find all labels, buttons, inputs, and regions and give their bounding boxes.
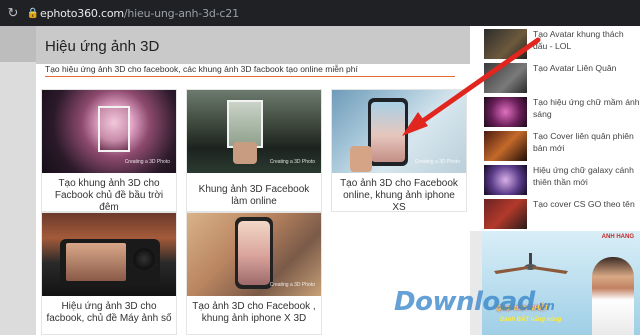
related-sidebar: Tạo Avatar khung thách đấu - LOL Tạo Ava…: [470, 26, 640, 231]
sidebar-item[interactable]: Tạo hiệu ứng chữ mầm ánh sáng: [484, 96, 640, 132]
camera-lens: [132, 247, 156, 271]
sidebar-item[interactable]: Tạo Avatar Liên Quân: [484, 62, 640, 98]
sidebar-item-label[interactable]: Tạo cover CS GO theo tên: [533, 198, 635, 234]
photo-frame: [98, 106, 130, 152]
divider: [45, 76, 455, 77]
category-header: Hiệu ứng ảnh 3D: [36, 26, 470, 64]
card-caption[interactable]: Khung ảnh 3D Facebook làm online: [187, 184, 321, 208]
card-caption[interactable]: Tạo ảnh 3D cho Facebook online, khung ản…: [332, 178, 466, 214]
phone-screen: [238, 221, 270, 285]
card-thumbnail[interactable]: Creating a 3D Photo: [187, 213, 321, 296]
hand-shape: [350, 146, 372, 172]
sidebar-item[interactable]: Hiệu ứng chữ galaxy cánh thiên thần mới: [484, 164, 640, 200]
sidebar-item-label[interactable]: Tạo Avatar Liên Quân: [533, 62, 616, 98]
url-path: /hieu-ung-anh-3d-c21: [123, 6, 239, 20]
ad-brand: ANH HANG: [601, 234, 634, 240]
left-gutter: [0, 26, 36, 335]
effect-card[interactable]: Creating a 3D Photo Tạo ảnh 3D cho Faceb…: [331, 89, 467, 214]
effect-card[interactable]: Hiệu ứng ảnh 3D cho facbook, chủ đề Máy …: [41, 212, 177, 335]
photo-frame: [227, 100, 263, 148]
download-watermark: Download.vn: [394, 287, 555, 317]
address-bar[interactable]: ↻ 🔒 ephoto360.com/hieu-ung-anh-3d-c21: [0, 0, 640, 26]
gutter-band: [0, 26, 36, 62]
card-badge: Creating a 3D Photo: [414, 159, 460, 165]
category-description: Tạo hiệu ứng ảnh 3D cho facebook, các kh…: [45, 64, 358, 74]
ad-promo-line2: Đánh BẬT nắng nóng: [500, 317, 562, 323]
card-thumbnail[interactable]: Creating a 3D Photo: [187, 90, 321, 173]
sidebar-item[interactable]: Tạo cover CS GO theo tên: [484, 198, 640, 234]
card-thumbnail[interactable]: [42, 213, 176, 296]
effect-card[interactable]: Creating a 3D Photo Tạo khung ảnh 3D cho…: [41, 89, 177, 214]
phone-screen: [371, 102, 405, 162]
sidebar-item-label[interactable]: Tạo Avatar khung thách đấu - LOL: [533, 28, 640, 64]
card-caption[interactable]: Tạo khung ảnh 3D cho Facbook chủ đề bầu …: [42, 178, 176, 214]
sidebar-item-label[interactable]: Tạo Cover liên quân phiên bản mới: [533, 130, 640, 166]
watermark-text: Download: [394, 287, 535, 317]
effect-card[interactable]: Creating a 3D Photo Khung ảnh 3D Faceboo…: [186, 89, 322, 212]
card-badge: Creating a 3D Photo: [124, 159, 170, 165]
csgo-thumb-icon[interactable]: [484, 199, 527, 229]
card-thumbnail[interactable]: Creating a 3D Photo: [42, 90, 176, 173]
camera-screen: [66, 243, 126, 281]
card-thumbnail[interactable]: Creating a 3D Photo: [332, 90, 466, 173]
url-host: ephoto360.com: [40, 6, 124, 20]
card-caption[interactable]: Tạo ảnh 3D cho Facebook , khung ảnh ipho…: [187, 301, 321, 325]
galaxy-thumb-icon[interactable]: [484, 165, 527, 195]
page-title: Hiệu ứng ảnh 3D: [45, 38, 160, 55]
lienquan-thumb-icon[interactable]: [484, 63, 527, 93]
ceiling-fan-icon: [494, 253, 568, 274]
card-caption[interactable]: Hiệu ứng ảnh 3D cho facbook, chủ đề Máy …: [42, 301, 176, 325]
url-text[interactable]: ephoto360.com/hieu-ung-anh-3d-c21: [40, 7, 239, 20]
card-badge: Creating a 3D Photo: [269, 159, 315, 165]
card-badge: Creating a 3D Photo: [269, 282, 315, 288]
spokesperson-image: [592, 257, 634, 335]
sidebar-item[interactable]: Tạo Avatar khung thách đấu - LOL: [484, 28, 640, 64]
advertisement-banner[interactable]: ANH HANG Quạt trần NHẬT Đánh BẬT nắng nó…: [482, 231, 640, 335]
lol-thumb-icon[interactable]: [484, 29, 527, 59]
effect-card[interactable]: Creating a 3D Photo Tạo ảnh 3D cho Faceb…: [186, 212, 322, 335]
lock-icon: 🔒: [26, 7, 40, 19]
sidebar-item[interactable]: Tạo Cover liên quân phiên bản mới: [484, 130, 640, 166]
watermark-suffix: .vn: [534, 299, 555, 313]
sidebar-item-label[interactable]: Tạo hiệu ứng chữ mầm ánh sáng: [533, 96, 640, 132]
hand-shape: [233, 142, 257, 164]
reload-icon[interactable]: ↻: [0, 5, 26, 21]
sidebar-item-label[interactable]: Hiệu ứng chữ galaxy cánh thiên thần mới: [533, 164, 640, 200]
cover-thumb-icon[interactable]: [484, 131, 527, 161]
light-text-thumb-icon[interactable]: [484, 97, 527, 127]
